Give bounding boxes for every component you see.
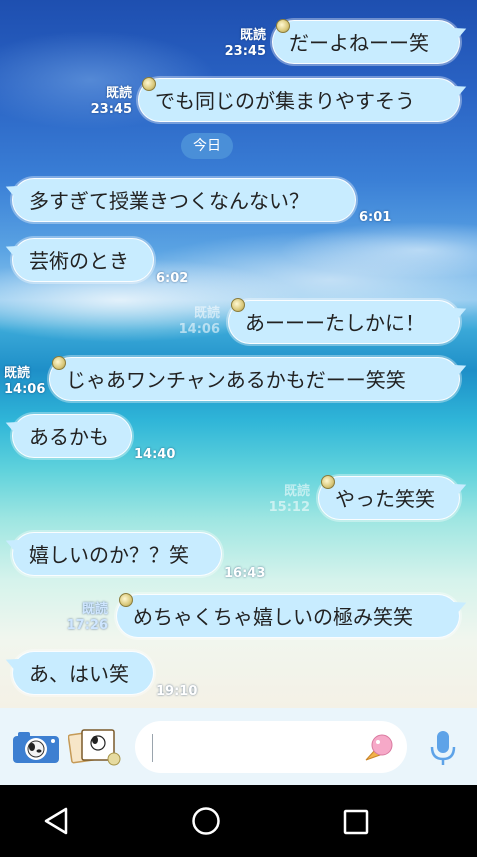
message-bubble-received[interactable]: あ、はい笑 (12, 651, 154, 695)
message-time: 23:45 (90, 102, 132, 117)
message-text: 嬉しいのか？？笑 (29, 543, 189, 567)
back-button[interactable] (42, 806, 72, 836)
microphone-button[interactable] (428, 728, 458, 768)
ice-cream-sticker-icon (365, 734, 393, 761)
message-meta: 既読 14:06 (178, 306, 220, 338)
message-meta: 既読 15:12 (268, 484, 310, 516)
camera-button[interactable] (12, 730, 60, 764)
message-time: 14:06 (178, 322, 220, 337)
message-time: 16:43 (224, 566, 266, 581)
message-bubble-received[interactable]: 嬉しいのか？？笑 (12, 532, 222, 576)
pin-icon (52, 356, 66, 370)
message-text: あ、はい笑 (29, 662, 129, 686)
message-text: 多すぎて授業きつくなんない？ (29, 189, 309, 213)
read-label: 既読 (105, 86, 132, 101)
message-bubble-received[interactable]: 芸術のとき (12, 238, 154, 282)
microphone-icon (430, 731, 456, 765)
recent-apps-button[interactable] (342, 808, 370, 836)
message-bubble-received[interactable]: あるかも (12, 414, 132, 458)
text-cursor (152, 734, 153, 762)
message-text: あるかも (29, 425, 109, 449)
message-bubble-sent[interactable]: じゃあワンチャンあるかもだーー笑笑 (49, 357, 460, 401)
message-time: 6:02 (156, 271, 189, 286)
chat-area[interactable]: 既読 23:45 だーよねーー笑 既読 23:45 でも同じのが集まりやすそう … (0, 0, 477, 708)
message-time: 23:45 (224, 44, 266, 59)
message-meta: 既読 23:45 (88, 86, 132, 118)
pin-icon (276, 19, 290, 33)
message-bubble-received[interactable]: 多すぎて授業きつくなんない？ (12, 178, 356, 222)
message-text: めちゃくちゃ嬉しいの極み笑笑 (133, 605, 413, 629)
sticker-button[interactable] (360, 730, 396, 766)
read-label: 既読 (239, 28, 266, 43)
message-text: だーよねーー笑 (289, 31, 429, 55)
message-bubble-sent[interactable]: めちゃくちゃ嬉しいの極み笑笑 (116, 594, 460, 638)
date-separator: 今日 (181, 133, 233, 159)
home-icon (192, 807, 220, 835)
read-label: 既読 (81, 602, 108, 617)
pin-icon (321, 475, 335, 489)
message-text: じゃあワンチャンあるかもだーー笑笑 (66, 368, 406, 392)
pin-icon (142, 77, 156, 91)
message-bubble-sent[interactable]: あーーーたしかに！ (228, 300, 460, 344)
message-time: 14:06 (4, 382, 46, 397)
message-text: やった笑笑 (335, 487, 435, 511)
message-time: 6:01 (359, 210, 392, 225)
message-meta: 既読 23:45 (222, 28, 266, 60)
pin-icon (119, 593, 133, 607)
read-label: 既読 (283, 484, 310, 499)
message-text: 芸術のとき (29, 249, 129, 273)
message-time: 17:26 (66, 618, 108, 633)
photo-button[interactable] (67, 727, 122, 767)
recent-apps-icon (343, 809, 369, 835)
message-bubble-sent[interactable]: やった笑笑 (318, 476, 460, 520)
message-time: 14:40 (134, 447, 176, 462)
message-bubble-sent[interactable]: でも同じのが集まりやすそう (138, 78, 460, 122)
message-text: でも同じのが集まりやすそう (155, 89, 415, 113)
back-icon (44, 807, 68, 835)
pin-icon (231, 298, 245, 312)
message-meta: 既読 14:06 (4, 366, 45, 398)
message-text: あーーーたしかに！ (245, 311, 425, 335)
message-time: 15:12 (268, 500, 310, 515)
read-label: 既読 (4, 366, 31, 381)
message-time: 19:10 (156, 684, 198, 699)
camera-icon (13, 732, 59, 763)
photo-icon (67, 729, 121, 766)
message-meta: 既読 17:26 (66, 602, 108, 634)
home-button[interactable] (191, 806, 221, 836)
read-label: 既読 (193, 306, 220, 321)
message-bubble-sent[interactable]: だーよねーー笑 (272, 20, 460, 64)
